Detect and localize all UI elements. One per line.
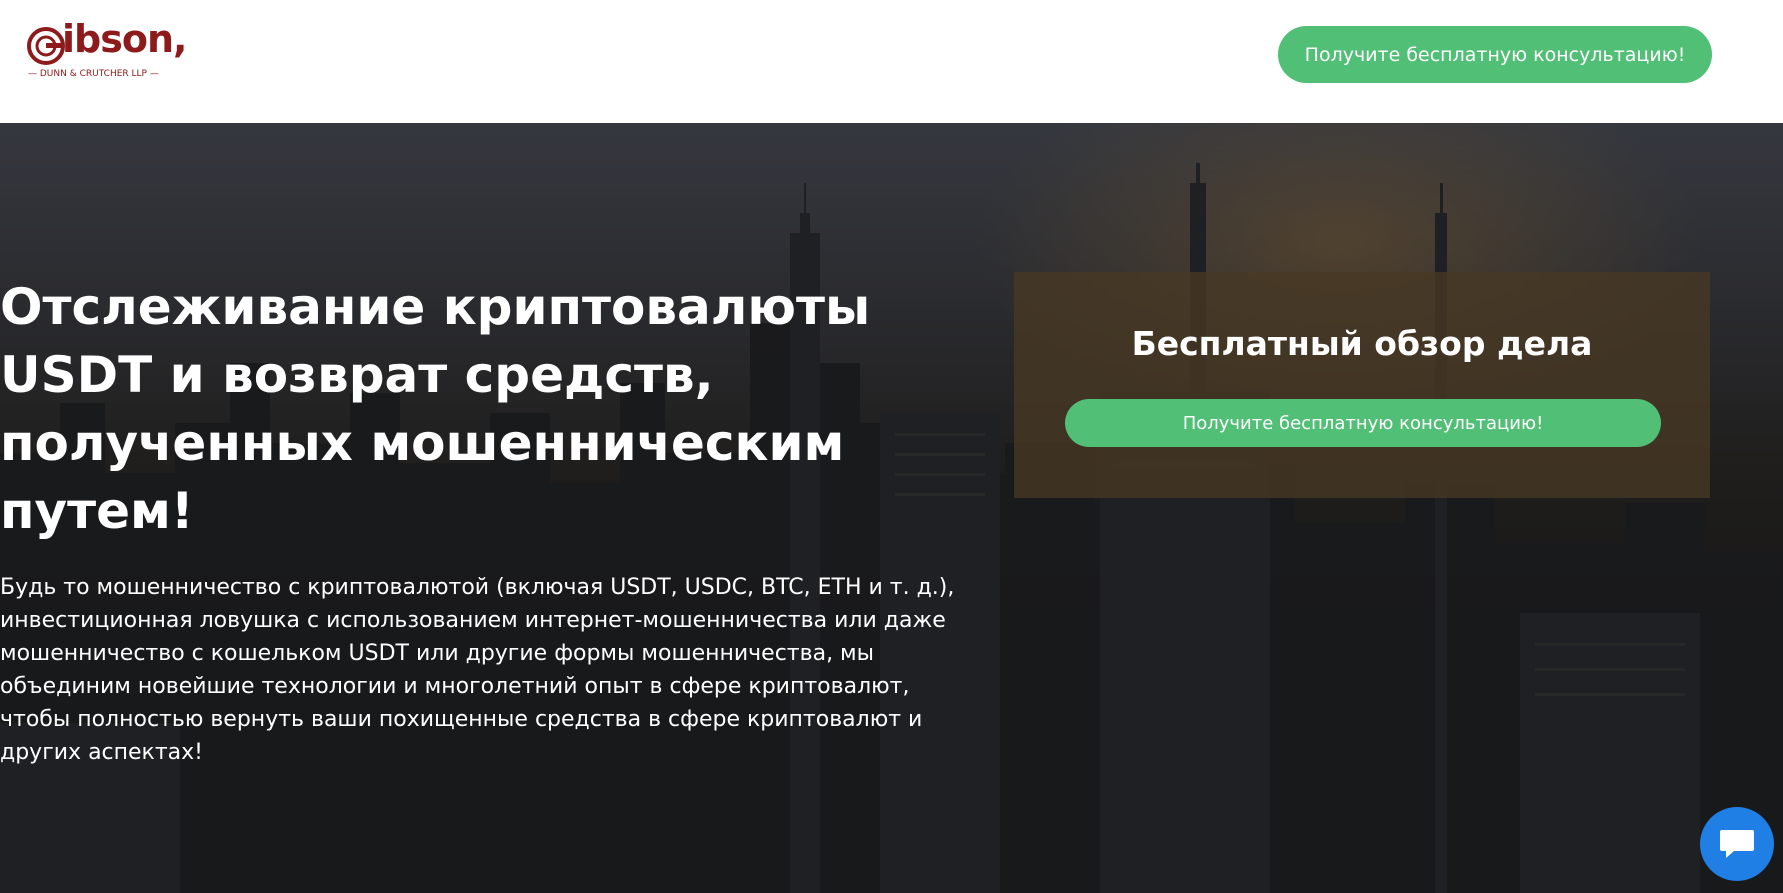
chat-button[interactable] (1700, 807, 1774, 881)
review-consultation-button[interactable]: Получите бесплатную консультацию! (1065, 399, 1661, 447)
hero-section: Отслеживание криптовалюты USDT и возврат… (0, 123, 1783, 893)
logo-subtitle: — DUNN & CRUTCHER LLP — (28, 69, 159, 79)
logo-g-mark-icon (27, 27, 65, 65)
logo-wordmark: ibson, (62, 17, 187, 61)
free-case-review-card: Бесплатный обзор дела Получите бесплатну… (1014, 272, 1710, 498)
gibson-dunn-logo[interactable]: ibson, — DUNN & CRUTCHER LLP — (26, 20, 196, 86)
hero-title: Отслеживание криптовалюты USDT и возврат… (0, 278, 871, 540)
hero-description: Будь то мошенничество с криптовалютой (в… (0, 575, 955, 765)
site-header: ibson, — DUNN & CRUTCHER LLP — Получите … (0, 0, 1783, 123)
chat-bubble-icon (1720, 830, 1754, 858)
header-consultation-button[interactable]: Получите бесплатную консультацию! (1278, 26, 1712, 83)
review-card-title: Бесплатный обзор дела (1131, 324, 1593, 363)
